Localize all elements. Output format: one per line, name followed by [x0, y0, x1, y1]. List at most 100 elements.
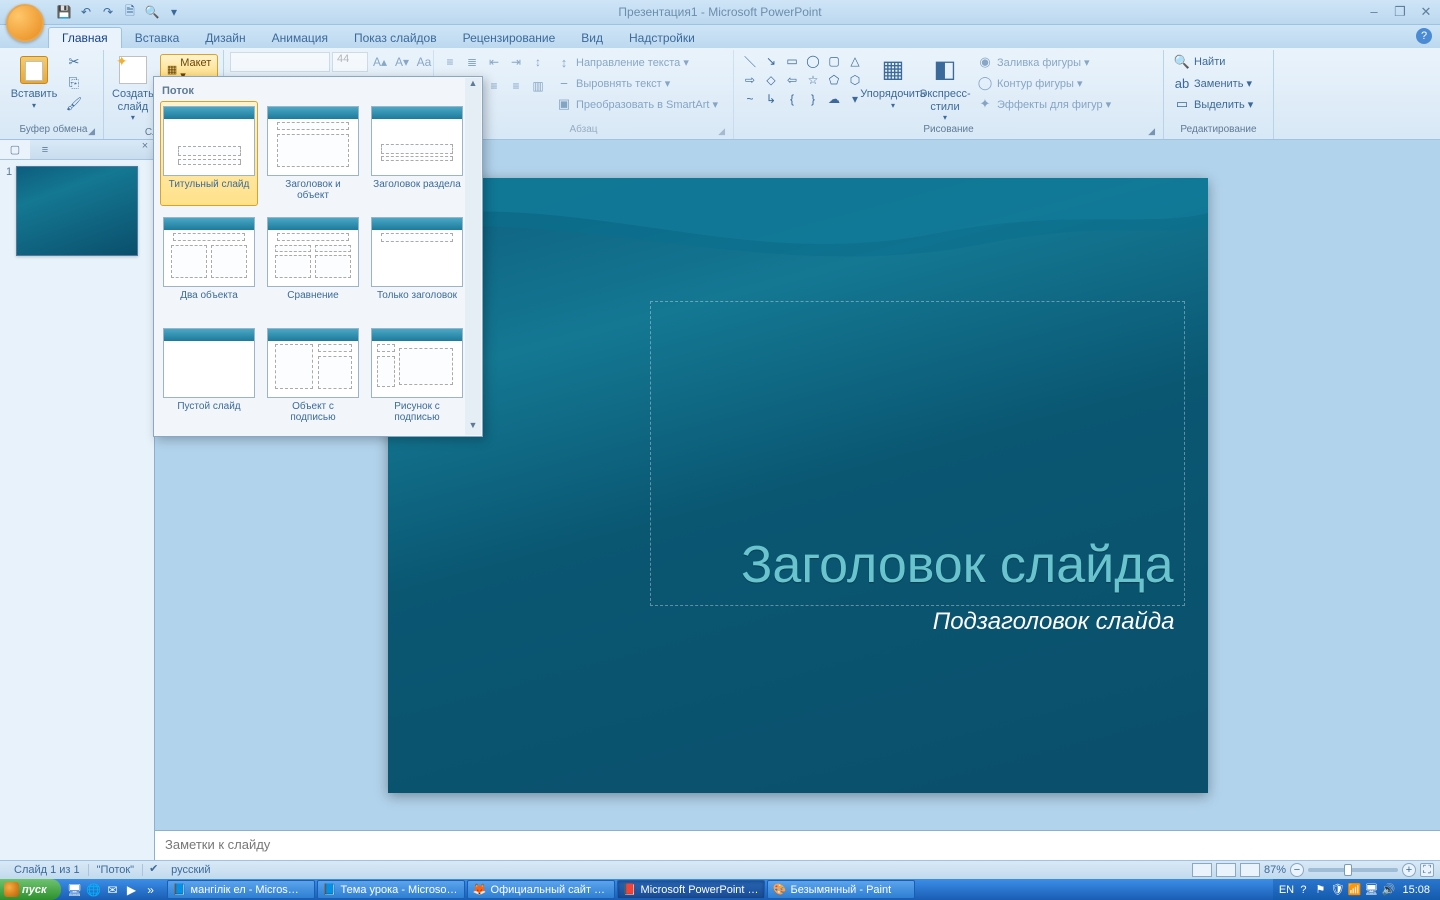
ql-media[interactable]: ▶: [124, 882, 140, 898]
qat-print[interactable]: 🗎: [121, 3, 139, 21]
quick-styles-button[interactable]: ◧Экспресс-стили▾: [921, 52, 969, 124]
clipboard-expand[interactable]: ◢: [88, 126, 95, 137]
outline-close[interactable]: ×: [136, 140, 154, 159]
align-right[interactable]: ≡: [484, 76, 504, 96]
shape-larrow[interactable]: ⇦: [782, 71, 802, 89]
shape-rarrow[interactable]: ⇨: [740, 71, 760, 89]
columns-button[interactable]: ▥: [528, 76, 548, 96]
find-button[interactable]: 🔍Найти: [1170, 52, 1257, 72]
subtitle-placeholder[interactable]: Подзаголовок слайда: [650, 608, 1185, 636]
qat-redo[interactable]: ↷: [99, 3, 117, 21]
shape-cloud[interactable]: ☁: [824, 90, 844, 108]
shape-arrow[interactable]: ↘: [761, 52, 781, 70]
popup-scroll-up[interactable]: ▲: [465, 78, 481, 93]
layout-item-2[interactable]: Заголовок раздела: [368, 101, 466, 206]
drawing-expand[interactable]: ◢: [1148, 126, 1155, 137]
tray-help-icon[interactable]: ?: [1296, 883, 1310, 897]
popup-scroll-down[interactable]: ▼: [465, 420, 481, 435]
tray-icon-4[interactable]: 🖥: [1364, 883, 1378, 897]
tab-view[interactable]: Вид: [568, 28, 616, 48]
status-language[interactable]: русский: [171, 864, 210, 876]
layout-item-8[interactable]: Рисунок с подписью: [368, 323, 466, 428]
replace-button[interactable]: abЗаменить ▾: [1170, 73, 1257, 93]
text-direction-button[interactable]: ↕Направление текста ▾: [552, 52, 722, 72]
shape-diamond[interactable]: ◇: [761, 71, 781, 89]
shape-oval[interactable]: ◯: [803, 52, 823, 70]
format-painter-button[interactable]: 🖌: [62, 94, 86, 114]
tray-icon-5[interactable]: 🔊: [1381, 883, 1395, 897]
font-size-combo[interactable]: 44: [332, 52, 368, 72]
shape-triangle[interactable]: △: [845, 52, 865, 70]
zoom-out[interactable]: −: [1290, 863, 1304, 877]
layout-item-6[interactable]: Пустой слайд: [160, 323, 258, 428]
taskbar-task-3[interactable]: 📕Microsoft PowerPoint …: [617, 880, 765, 899]
shape-fill-button[interactable]: ◉Заливка фигуры ▾: [973, 52, 1115, 72]
zoom-slider[interactable]: [1308, 868, 1398, 872]
minimize-button[interactable]: –: [1366, 4, 1382, 20]
font-name-combo[interactable]: [230, 52, 330, 72]
slide-canvas[interactable]: Заголовок слайда Подзаголовок слайда: [388, 178, 1208, 793]
convert-smartart-button[interactable]: ▣Преобразовать в SmartArt ▾: [552, 94, 722, 114]
bullets-button[interactable]: ≡: [440, 52, 460, 72]
paste-button[interactable]: Вставить▾: [10, 52, 58, 112]
new-slide-button[interactable]: Создать слайд▾: [110, 52, 156, 124]
tray-icon-3[interactable]: 📶: [1347, 883, 1361, 897]
shape-star[interactable]: ☆: [803, 71, 823, 89]
layout-item-1[interactable]: Заголовок и объект: [264, 101, 362, 206]
layout-item-7[interactable]: Объект с подписью: [264, 323, 362, 428]
clear-format[interactable]: Aa: [414, 52, 434, 72]
line-spacing[interactable]: ↕: [528, 52, 548, 72]
outline-tab-outline[interactable]: ≡: [30, 140, 60, 159]
tab-animation[interactable]: Анимация: [259, 28, 341, 48]
office-button[interactable]: [6, 4, 44, 42]
tab-home[interactable]: Главная: [48, 27, 122, 48]
tray-icon-2[interactable]: 🛡: [1330, 883, 1344, 897]
shape-rect[interactable]: ▭: [782, 52, 802, 70]
para-expand[interactable]: ◢: [718, 126, 725, 137]
view-slideshow[interactable]: [1240, 863, 1260, 877]
taskbar-task-0[interactable]: 📘мангілік ел - Micros…: [167, 880, 315, 899]
zoom-fit[interactable]: ⛶: [1420, 863, 1434, 877]
taskbar-task-2[interactable]: 🦊Официальный сайт …: [467, 880, 615, 899]
shape-line[interactable]: ＼: [740, 52, 760, 70]
shape-brace[interactable]: {: [782, 90, 802, 108]
tab-review[interactable]: Рецензирование: [450, 28, 569, 48]
justify[interactable]: ≡: [506, 76, 526, 96]
title-placeholder[interactable]: Заголовок слайда: [650, 301, 1185, 606]
tab-insert[interactable]: Вставка: [122, 28, 193, 48]
shape-connector[interactable]: ↳: [761, 90, 781, 108]
shape-brace2[interactable]: }: [803, 90, 823, 108]
restore-button[interactable]: ❐: [1392, 4, 1408, 20]
qat-preview[interactable]: 🔍: [143, 3, 161, 21]
outline-tab-slides[interactable]: ▢: [0, 140, 30, 159]
arrange-button[interactable]: ▦Упорядочить▾: [869, 52, 917, 112]
ql-mail[interactable]: ✉: [105, 882, 121, 898]
shape-curve[interactable]: ~: [740, 90, 760, 108]
qat-customize[interactable]: ▾: [165, 3, 183, 21]
shape-hex[interactable]: ⬡: [845, 71, 865, 89]
taskbar-task-1[interactable]: 📘Тема урока - Microso…: [317, 880, 465, 899]
shrink-font[interactable]: A▾: [392, 52, 412, 72]
ql-desktop[interactable]: 🖥: [67, 882, 83, 898]
layout-item-3[interactable]: Два объекта: [160, 212, 258, 317]
tab-design[interactable]: Дизайн: [192, 28, 258, 48]
tray-clock[interactable]: 15:08: [1398, 884, 1434, 896]
taskbar-task-4[interactable]: 🎨Безымянный - Paint: [767, 880, 915, 899]
layout-item-5[interactable]: Только заголовок: [368, 212, 466, 317]
layout-item-0[interactable]: Титульный слайд: [160, 101, 258, 206]
shapes-gallery[interactable]: ＼ ↘ ▭ ◯ ▢ △ ⇨ ◇ ⇦ ☆ ⬠ ⬡ ~ ↳ { } ☁ ▾: [740, 52, 865, 108]
ql-more[interactable]: »: [143, 882, 159, 898]
select-button[interactable]: ▭Выделить ▾: [1170, 94, 1257, 114]
close-button[interactable]: ✕: [1418, 4, 1434, 20]
help-button[interactable]: ?: [1416, 28, 1432, 44]
qat-undo[interactable]: ↶: [77, 3, 95, 21]
shape-outline-button[interactable]: ◯Контур фигуры ▾: [973, 73, 1115, 93]
shape-penta[interactable]: ⬠: [824, 71, 844, 89]
tab-slideshow[interactable]: Показ слайдов: [341, 28, 450, 48]
numbering-button[interactable]: ≣: [462, 52, 482, 72]
tray-lang[interactable]: EN: [1279, 883, 1293, 897]
qat-save[interactable]: 💾: [55, 3, 73, 21]
zoom-in[interactable]: +: [1402, 863, 1416, 877]
copy-button[interactable]: ⎘: [62, 73, 86, 93]
increase-indent[interactable]: ⇥: [506, 52, 526, 72]
